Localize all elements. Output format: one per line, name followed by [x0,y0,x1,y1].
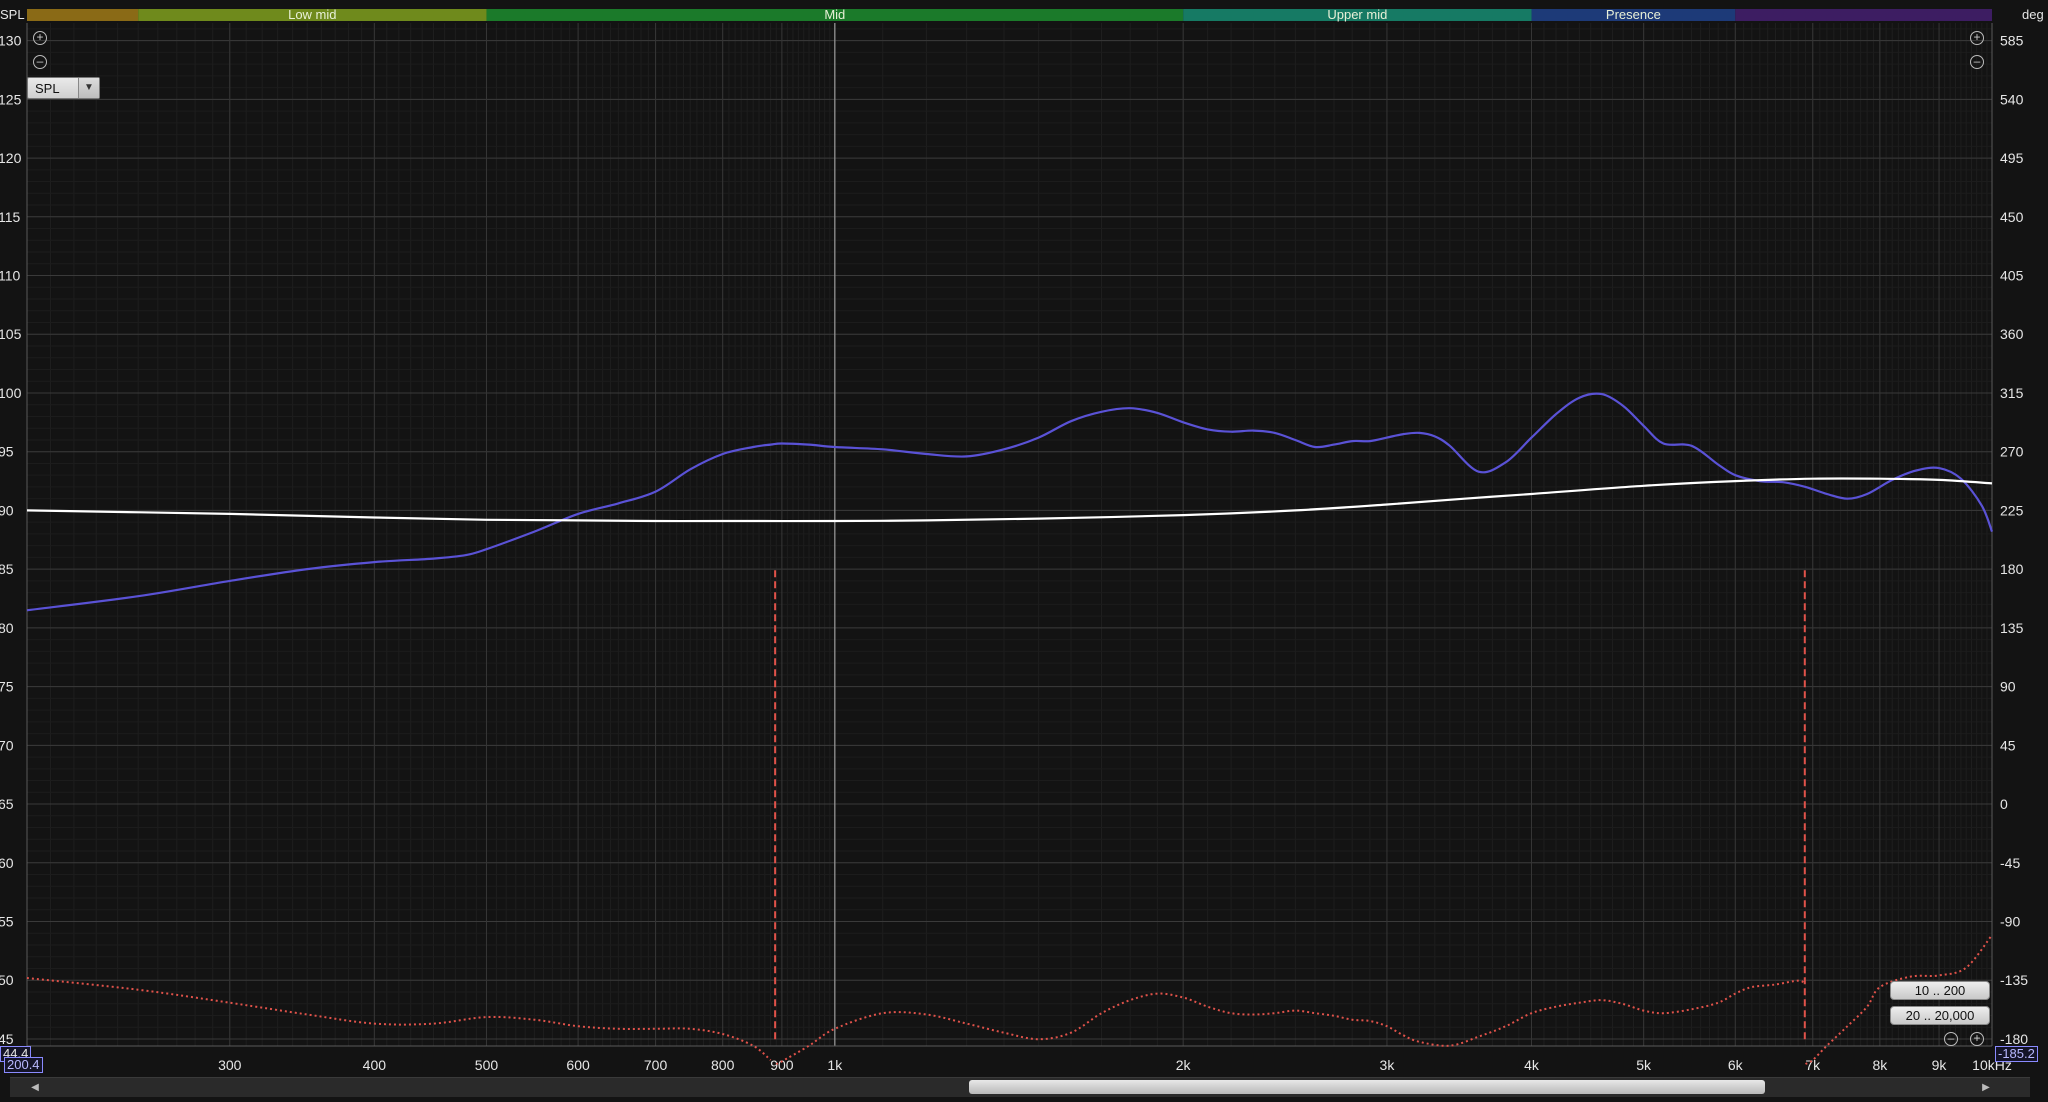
y-tick-label: 70 [0,737,14,753]
scroll-right-icon[interactable]: ▶ [1979,1081,1993,1095]
x-tick-label: 4k [1524,1057,1540,1073]
x-tick-label: 800 [711,1057,735,1073]
x-tick-label: 500 [475,1057,499,1073]
y-tick-label: 55 [0,914,14,930]
left-zoom-in-icon[interactable]: + [33,31,47,45]
y-tick-label: 65 [0,796,14,812]
x-tick-label: 300 [218,1057,242,1073]
x-tick-label: 2k [1176,1057,1192,1073]
chevron-down-icon[interactable]: ▼ [78,78,99,98]
y2-tick-label: 135 [2000,620,2024,636]
y-tick-label: 95 [0,444,14,460]
right-axis-unit: deg [2022,7,2044,22]
left-axis-unit: SPL [0,7,25,22]
y-tick-label: 120 [0,150,22,166]
cursor-right-value: -185.2 [1995,1046,2038,1062]
x-tick-label: 6k [1728,1057,1744,1073]
band-label-1: Low mid [288,7,336,22]
x-tick-label: 700 [644,1057,668,1073]
y2-tick-label: 0 [2000,796,2008,812]
y-tick-label: 110 [0,268,21,284]
y-tick-label: 50 [0,972,14,988]
y2-tick-label: -90 [2000,914,2020,930]
spl-dropdown[interactable]: SPL ▼ [27,77,100,99]
x-tick-label: 400 [363,1057,387,1073]
x-tick-label: 600 [566,1057,590,1073]
band-label-2: Mid [824,7,845,22]
y2-tick-label: -180 [2000,1031,2028,1047]
range-20-20000-button[interactable]: 20 .. 20,000 [1890,1006,1990,1025]
x-tick-label: 3k [1380,1057,1396,1073]
x-tick-label: 7k [1805,1057,1821,1073]
x-tick-label: 8k [1872,1057,1888,1073]
y2-tick-label: 405 [2000,268,2024,284]
cursor-left-value-bottom: 200.4 [4,1057,43,1073]
y2-tick-label: -135 [2000,972,2028,988]
y2-tick-label: 450 [2000,209,2024,225]
y-tick-label: 80 [0,620,14,636]
band-label-3: Upper mid [1327,7,1387,22]
y-tick-label: 130 [0,33,22,49]
right-zoom-in-icon[interactable]: + [1970,31,1984,45]
horizontal-scrollbar[interactable]: ◀ ▶ [10,1077,2030,1097]
y-tick-label: 115 [0,209,21,225]
range-10-200-button[interactable]: 10 .. 200 [1890,981,1990,1000]
x-zoom-in-icon[interactable]: + [1970,1032,1984,1046]
y-tick-label: 85 [0,561,14,577]
y2-tick-label: 270 [2000,444,2024,460]
y2-tick-label: 585 [2000,33,2024,49]
frequency-response-chart[interactable]: Low mid Mid Upper mid Presence SPL deg 130 585 1… [0,0,2048,1102]
right-zoom-out-icon[interactable]: – [1970,55,1984,69]
y2-tick-label: 360 [2000,326,2024,342]
band-label-4: Presence [1606,7,1661,22]
x-tick-label: 900 [770,1057,794,1073]
x-tick-label: 1k [827,1057,843,1073]
x-tick-label: 9k [1932,1057,1948,1073]
scroll-left-icon[interactable]: ◀ [28,1081,42,1095]
y-tick-label: 100 [0,385,22,401]
y-tick-label: 75 [0,679,14,695]
y2-tick-label: 90 [2000,679,2016,695]
y2-tick-label: 495 [2000,150,2024,166]
y2-tick-label: 540 [2000,91,2024,107]
spl-dropdown-label: SPL [35,81,60,96]
scroll-thumb[interactable] [969,1080,1765,1094]
y-tick-label: 60 [0,855,14,871]
y-tick-label: 125 [0,91,22,107]
y-tick-label: 90 [0,502,14,518]
y-tick-label: 105 [0,326,22,342]
x-zoom-out-icon[interactable]: – [1944,1032,1958,1046]
y2-tick-label: 315 [2000,385,2024,401]
band-0 [27,9,139,21]
y2-tick-label: 180 [2000,561,2024,577]
y-tick-label: 45 [0,1031,14,1047]
y2-tick-label: -45 [2000,855,2020,871]
band-5 [1735,9,1992,21]
left-zoom-out-icon[interactable]: – [33,55,47,69]
y2-tick-label: 45 [2000,737,2016,753]
y2-tick-label: 225 [2000,502,2024,518]
x-tick-label: 5k [1636,1057,1652,1073]
